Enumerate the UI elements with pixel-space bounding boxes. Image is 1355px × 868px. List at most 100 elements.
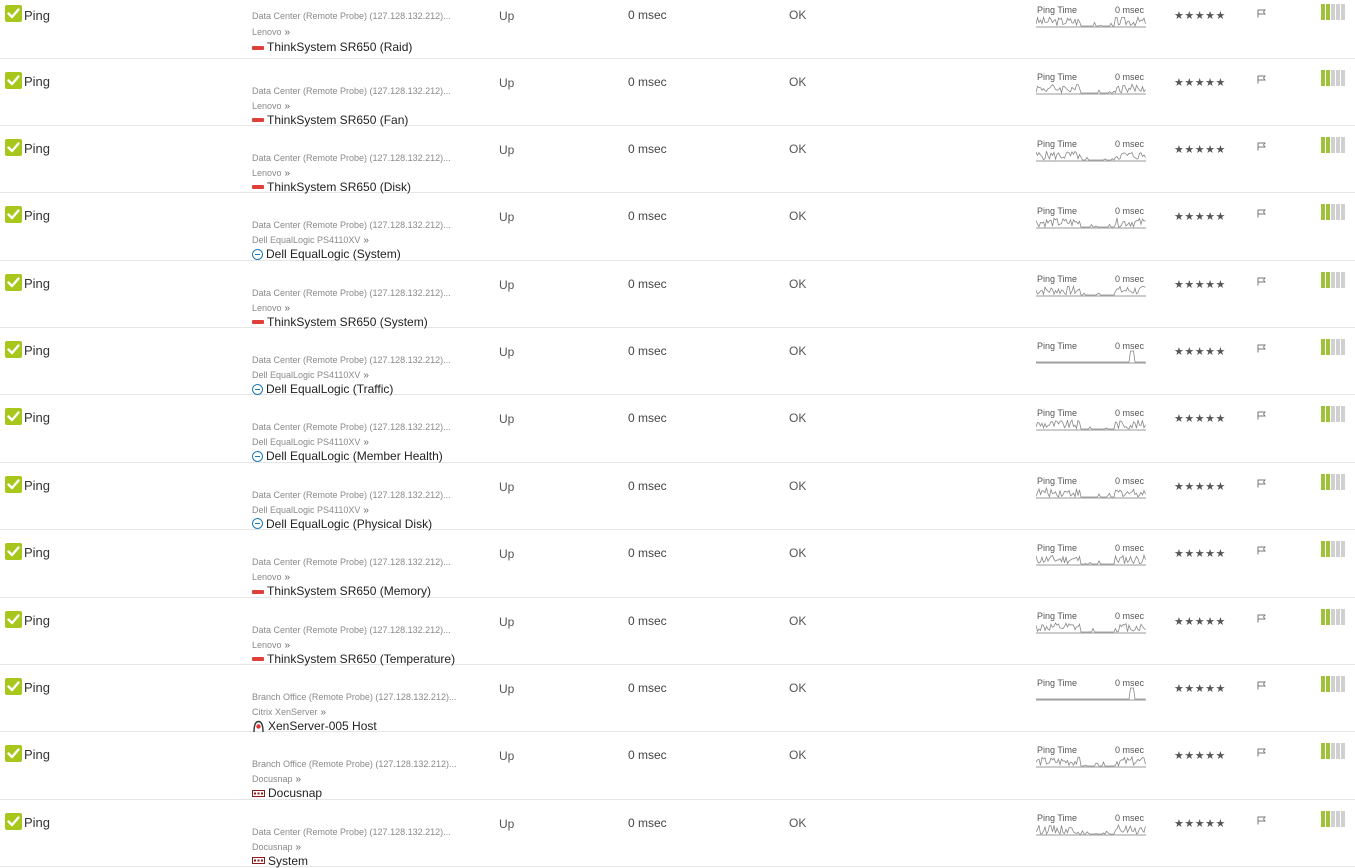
- parent-group[interactable]: Dell EqualLogic PS4110XV»: [252, 235, 369, 246]
- device-link[interactable]: ThinkSystem SR650 (Temperature): [252, 652, 455, 666]
- flag-icon[interactable]: [1257, 407, 1267, 425]
- sensor-name[interactable]: Ping: [24, 680, 50, 695]
- priority-bars[interactable]: [1321, 676, 1345, 693]
- flag-icon[interactable]: [1257, 677, 1267, 695]
- parent-group[interactable]: Lenovo»: [252, 168, 290, 179]
- sensor-name[interactable]: Ping: [24, 8, 50, 23]
- priority-stars[interactable]: ★★★★★: [1174, 9, 1226, 22]
- sensor-row[interactable]: Ping Branch Office (Remote Probe) (127.1…: [0, 732, 1355, 800]
- probe-path[interactable]: Data Center (Remote Probe) (127.128.132.…: [252, 557, 482, 567]
- device-link[interactable]: ThinkSystem SR650 (Disk): [252, 180, 411, 194]
- parent-group[interactable]: Dell EqualLogic PS4110XV»: [252, 370, 369, 381]
- check-icon[interactable]: [5, 341, 22, 359]
- priority-stars[interactable]: ★★★★★: [1174, 749, 1226, 762]
- priority-bars[interactable]: [1321, 541, 1345, 558]
- ping-time-sparkline[interactable]: Ping Time 0 msec: [1036, 745, 1146, 769]
- priority-bars[interactable]: [1321, 743, 1345, 760]
- check-icon[interactable]: [5, 138, 22, 156]
- flag-icon[interactable]: [1257, 5, 1267, 23]
- check-icon[interactable]: [5, 273, 22, 291]
- probe-path[interactable]: Data Center (Remote Probe) (127.128.132.…: [252, 355, 482, 365]
- check-icon[interactable]: [5, 812, 22, 830]
- ping-time-sparkline[interactable]: Ping Time 0 msec: [1036, 206, 1146, 230]
- parent-group[interactable]: Lenovo»: [252, 303, 290, 314]
- sensor-name[interactable]: Ping: [24, 141, 50, 156]
- probe-path[interactable]: Data Center (Remote Probe) (127.128.132.…: [252, 422, 482, 432]
- parent-group[interactable]: Lenovo»: [252, 27, 290, 38]
- check-icon[interactable]: [5, 408, 22, 426]
- sensor-row[interactable]: Ping Branch Office (Remote Probe) (127.1…: [0, 665, 1355, 733]
- probe-path[interactable]: Data Center (Remote Probe) (127.128.132.…: [252, 288, 482, 298]
- probe-path[interactable]: Data Center (Remote Probe) (127.128.132.…: [252, 490, 482, 500]
- sensor-name[interactable]: Ping: [24, 343, 50, 358]
- device-link[interactable]: Docusnap: [252, 786, 322, 800]
- probe-path[interactable]: Data Center (Remote Probe) (127.128.132.…: [252, 153, 482, 163]
- device-link[interactable]: Dell EqualLogic (Traffic): [252, 382, 393, 396]
- sensor-name[interactable]: Ping: [24, 815, 50, 830]
- flag-icon[interactable]: [1257, 340, 1267, 358]
- priority-stars[interactable]: ★★★★★: [1174, 345, 1226, 358]
- check-icon[interactable]: [5, 678, 22, 696]
- priority-stars[interactable]: ★★★★★: [1174, 615, 1226, 628]
- priority-stars[interactable]: ★★★★★: [1174, 817, 1226, 830]
- priority-bars[interactable]: [1321, 271, 1345, 288]
- check-icon[interactable]: [5, 206, 22, 224]
- priority-stars[interactable]: ★★★★★: [1174, 210, 1226, 223]
- parent-group[interactable]: Dell EqualLogic PS4110XV»: [252, 505, 369, 516]
- ping-time-sparkline[interactable]: Ping Time 0 msec: [1036, 813, 1146, 837]
- priority-stars[interactable]: ★★★★★: [1174, 76, 1226, 89]
- flag-icon[interactable]: [1257, 273, 1267, 291]
- probe-path[interactable]: Data Center (Remote Probe) (127.128.132.…: [252, 220, 482, 230]
- device-link[interactable]: ThinkSystem SR650 (System): [252, 315, 428, 329]
- sensor-name[interactable]: Ping: [24, 747, 50, 762]
- ping-time-sparkline[interactable]: Ping Time 0 msec: [1036, 139, 1146, 163]
- check-icon[interactable]: [5, 610, 22, 628]
- flag-icon[interactable]: [1257, 205, 1267, 223]
- ping-time-sparkline[interactable]: Ping Time 0 msec: [1036, 274, 1146, 298]
- parent-group[interactable]: Lenovo»: [252, 572, 290, 583]
- probe-path[interactable]: Branch Office (Remote Probe) (127.128.13…: [252, 759, 482, 769]
- parent-group[interactable]: Citrix XenServer»: [252, 707, 326, 718]
- ping-time-sparkline[interactable]: Ping Time 0 msec: [1036, 72, 1146, 96]
- device-link[interactable]: XenServer-005 Host: [252, 719, 377, 733]
- priority-stars[interactable]: ★★★★★: [1174, 547, 1226, 560]
- sensor-name[interactable]: Ping: [24, 410, 50, 425]
- flag-icon[interactable]: [1257, 542, 1267, 560]
- ping-time-sparkline[interactable]: Ping Time 0 msec: [1036, 611, 1146, 635]
- sensor-name[interactable]: Ping: [24, 208, 50, 223]
- flag-icon[interactable]: [1257, 744, 1267, 762]
- flag-icon[interactable]: [1257, 610, 1267, 628]
- device-link[interactable]: ThinkSystem SR650 (Fan): [252, 113, 408, 127]
- priority-stars[interactable]: ★★★★★: [1174, 682, 1226, 695]
- check-icon[interactable]: [5, 5, 22, 22]
- sensor-row[interactable]: Ping Data Center (Remote Probe) (127.128…: [0, 530, 1355, 598]
- device-link[interactable]: Dell EqualLogic (Member Health): [252, 449, 443, 463]
- probe-path[interactable]: Data Center (Remote Probe) (127.128.132.…: [252, 11, 482, 21]
- flag-icon[interactable]: [1257, 71, 1267, 89]
- sensor-row[interactable]: Ping Data Center (Remote Probe) (127.128…: [0, 800, 1355, 868]
- priority-bars[interactable]: [1321, 339, 1345, 356]
- ping-time-sparkline[interactable]: Ping Time 0 msec: [1036, 476, 1146, 500]
- sensor-name[interactable]: Ping: [24, 478, 50, 493]
- ping-time-sparkline[interactable]: Ping Time 0 msec: [1036, 678, 1146, 702]
- sensor-name[interactable]: Ping: [24, 613, 50, 628]
- ping-time-sparkline[interactable]: Ping Time 0 msec: [1036, 408, 1146, 432]
- priority-bars[interactable]: [1321, 608, 1345, 625]
- device-link[interactable]: ThinkSystem SR650 (Raid): [252, 40, 412, 54]
- sensor-name[interactable]: Ping: [24, 74, 50, 89]
- priority-bars[interactable]: [1321, 69, 1345, 86]
- parent-group[interactable]: Docusnap»: [252, 842, 301, 853]
- check-icon[interactable]: [5, 71, 22, 89]
- sensor-row[interactable]: Ping Data Center (Remote Probe) (127.128…: [0, 126, 1355, 194]
- priority-stars[interactable]: ★★★★★: [1174, 278, 1226, 291]
- priority-bars[interactable]: [1321, 204, 1345, 221]
- sensor-row[interactable]: Ping Data Center (Remote Probe) (127.128…: [0, 261, 1355, 329]
- priority-stars[interactable]: ★★★★★: [1174, 143, 1226, 156]
- check-icon[interactable]: [5, 745, 22, 763]
- check-icon[interactable]: [5, 543, 22, 561]
- probe-path[interactable]: Data Center (Remote Probe) (127.128.132.…: [252, 625, 482, 635]
- sensor-row[interactable]: Ping Data Center (Remote Probe) (127.128…: [0, 395, 1355, 463]
- ping-time-sparkline[interactable]: Ping Time 0 msec: [1036, 543, 1146, 567]
- priority-bars[interactable]: [1321, 406, 1345, 423]
- device-link[interactable]: Dell EqualLogic (System): [252, 247, 401, 261]
